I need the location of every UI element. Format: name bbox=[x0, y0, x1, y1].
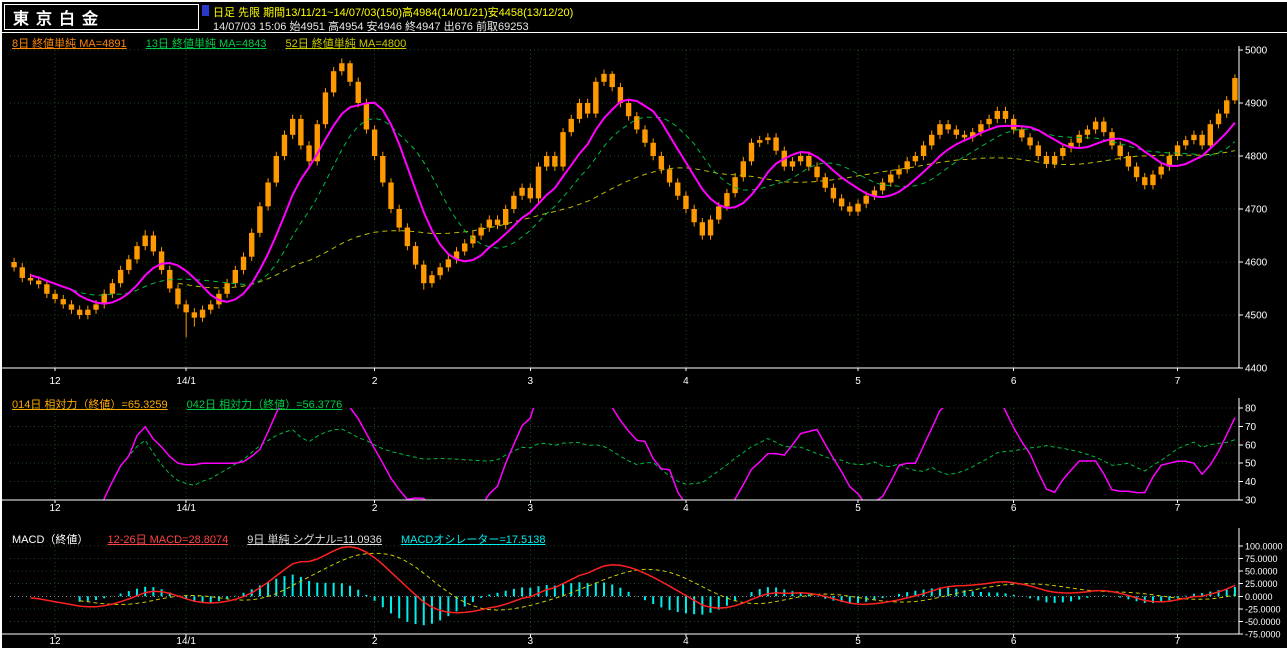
svg-text:-25.0000: -25.0000 bbox=[1245, 604, 1281, 614]
svg-text:-75.0000: -75.0000 bbox=[1245, 630, 1281, 640]
panel-border bbox=[2, 528, 1243, 637]
header-marker bbox=[202, 5, 209, 16]
svg-text:2: 2 bbox=[372, 503, 378, 514]
y-axis-labels: 80 70 60 50 40 30 bbox=[1245, 404, 1257, 507]
y-axis-labels: 5000 4900 4800 4700 4600 4500 4400 bbox=[1245, 46, 1268, 375]
svg-text:12: 12 bbox=[50, 636, 62, 647]
app-window: 東京白金 日足 先限 期間13/11/21~14/07/03(150)高4984… bbox=[0, 0, 1287, 650]
svg-text:75.0000: 75.0000 bbox=[1245, 554, 1278, 564]
panel-border bbox=[2, 398, 1243, 503]
svg-text:0.0000: 0.0000 bbox=[1245, 592, 1273, 602]
svg-text:7: 7 bbox=[1175, 503, 1181, 514]
svg-text:100.0000: 100.0000 bbox=[1245, 542, 1283, 552]
svg-text:5: 5 bbox=[855, 503, 861, 514]
svg-text:4500: 4500 bbox=[1245, 311, 1268, 322]
macd-histogram bbox=[78, 574, 1236, 626]
header-divider bbox=[2, 32, 1287, 33]
instrument-title: 東京白金 bbox=[13, 11, 106, 28]
svg-text:14/1: 14/1 bbox=[176, 376, 196, 387]
svg-text:80: 80 bbox=[1245, 404, 1257, 415]
svg-text:6: 6 bbox=[1011, 636, 1017, 647]
svg-text:2: 2 bbox=[372, 376, 378, 387]
macd-signal-line bbox=[79, 552, 1236, 611]
macd-chart-panel[interactable]: 100.0000 75.0000 50.0000 25.0000 0.0000 -25.0… bbox=[2, 528, 1287, 648]
instrument-title-box: 東京白金 bbox=[4, 4, 199, 30]
svg-text:4700: 4700 bbox=[1245, 205, 1268, 216]
ma8-line bbox=[30, 98, 1236, 305]
svg-text:5: 5 bbox=[855, 636, 861, 647]
grid-layer bbox=[10, 545, 1239, 635]
svg-text:50: 50 bbox=[1245, 459, 1257, 470]
svg-text:3: 3 bbox=[527, 376, 533, 387]
ma52-line bbox=[177, 150, 1236, 289]
x-axis-labels: 12 14/1 2 3 4 5 6 7 bbox=[50, 636, 1181, 647]
grid-layer bbox=[10, 407, 1239, 501]
x-axis-labels: 12 14/1 2 3 4 5 6 7 bbox=[50, 376, 1181, 387]
svg-text:3: 3 bbox=[527, 503, 533, 514]
svg-text:5: 5 bbox=[855, 376, 861, 387]
svg-text:14/1: 14/1 bbox=[176, 503, 196, 514]
svg-text:4600: 4600 bbox=[1245, 258, 1268, 269]
svg-text:60: 60 bbox=[1245, 440, 1257, 451]
y-axis-labels: 100.0000 75.0000 50.0000 25.0000 0.0000 -25.0… bbox=[1245, 542, 1283, 640]
svg-text:12: 12 bbox=[50, 503, 62, 514]
svg-text:4900: 4900 bbox=[1245, 99, 1268, 110]
x-axis-labels: 12 14/1 2 3 4 5 6 7 bbox=[50, 503, 1181, 514]
svg-text:-50.0000: -50.0000 bbox=[1245, 617, 1281, 627]
svg-text:4: 4 bbox=[683, 503, 689, 514]
svg-text:40: 40 bbox=[1245, 477, 1257, 488]
svg-text:70: 70 bbox=[1245, 422, 1257, 433]
svg-text:25.0000: 25.0000 bbox=[1245, 579, 1278, 589]
ma13-line bbox=[46, 116, 1236, 296]
svg-text:3: 3 bbox=[527, 636, 533, 647]
svg-text:4800: 4800 bbox=[1245, 152, 1268, 163]
svg-text:12: 12 bbox=[50, 376, 62, 387]
svg-text:14/1: 14/1 bbox=[176, 636, 196, 647]
svg-text:4: 4 bbox=[683, 376, 689, 387]
svg-text:2: 2 bbox=[372, 636, 378, 647]
svg-text:4400: 4400 bbox=[1245, 364, 1268, 375]
macd-line bbox=[30, 546, 1236, 614]
svg-text:7: 7 bbox=[1175, 376, 1181, 387]
svg-text:4: 4 bbox=[683, 636, 689, 647]
svg-text:7: 7 bbox=[1175, 636, 1181, 647]
svg-text:6: 6 bbox=[1011, 376, 1017, 387]
rsi42-line bbox=[103, 428, 1236, 500]
price-chart-panel[interactable]: 5000 4900 4800 4700 4600 4500 4400 12 14/1 2 3 4 5 6 7 bbox=[2, 46, 1287, 394]
svg-text:6: 6 bbox=[1011, 503, 1017, 514]
rsi-chart-panel[interactable]: 80 70 60 50 40 30 12 14/1 2 3 4 5 6 7 bbox=[2, 398, 1287, 518]
svg-text:50.0000: 50.0000 bbox=[1245, 567, 1278, 577]
svg-text:5000: 5000 bbox=[1245, 46, 1268, 57]
svg-text:30: 30 bbox=[1245, 496, 1257, 507]
